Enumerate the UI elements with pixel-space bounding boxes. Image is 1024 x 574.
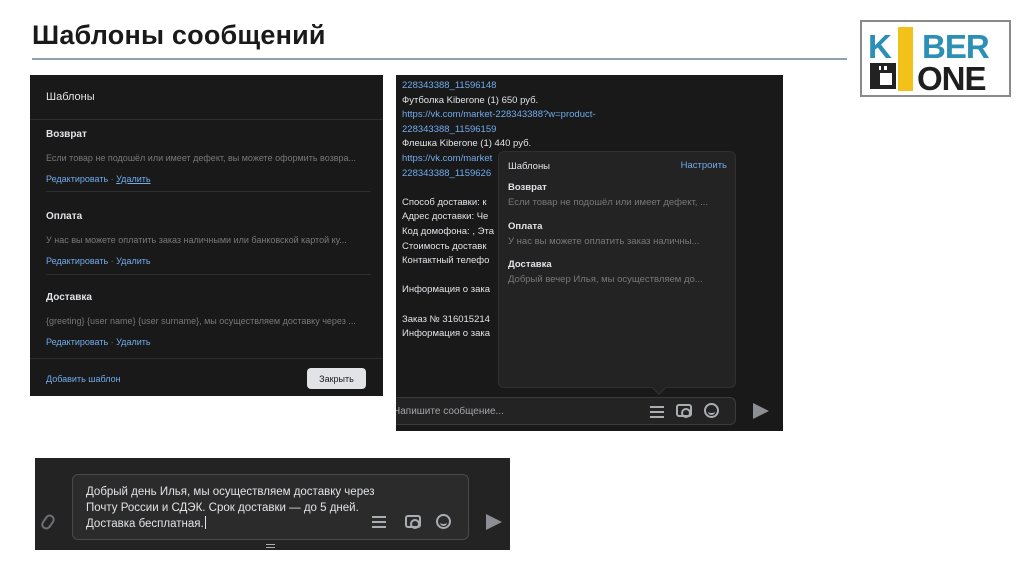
list-icon[interactable] bbox=[650, 406, 664, 418]
chat-window: 228343388_11596148 Футболка Kiberone (1) … bbox=[396, 75, 783, 431]
template-name: Оплата bbox=[46, 211, 83, 222]
message-placeholder: Напишите сообщение... bbox=[396, 406, 504, 417]
popup-item-delivery[interactable]: Доставка Добрый вечер Илья, мы осуществл… bbox=[508, 259, 730, 285]
smile-icon[interactable] bbox=[704, 403, 719, 418]
actions-separator: · bbox=[108, 174, 117, 184]
popup-item-return[interactable]: Возврат Если товар не подошёл или имеет … bbox=[508, 182, 730, 208]
resize-handle[interactable] bbox=[266, 544, 275, 548]
add-template-link[interactable]: Добавить шаблон bbox=[46, 374, 121, 384]
popup-item-desc: У нас вы можете оплатить заказ наличны..… bbox=[508, 236, 700, 247]
dialog-header-divider bbox=[30, 119, 383, 120]
qr-code-icon bbox=[870, 63, 896, 89]
edit-link[interactable]: Редактировать bbox=[46, 174, 108, 184]
slide-title: Шаблоны сообщений bbox=[32, 20, 326, 50]
template-desc: Если товар не подошёл или имеет дефект, … bbox=[46, 153, 357, 163]
popup-item-name: Доставка bbox=[508, 259, 552, 270]
logo-k: K bbox=[868, 28, 892, 65]
title-divider bbox=[32, 58, 847, 60]
edit-link[interactable]: Редактировать bbox=[46, 256, 108, 266]
logo-one-bar bbox=[898, 27, 913, 91]
template-name: Возврат bbox=[46, 129, 87, 140]
send-icon[interactable] bbox=[753, 403, 769, 419]
template-name: Доставка bbox=[46, 292, 92, 303]
text-caret bbox=[204, 516, 206, 529]
chat-line: Футболка Kiberone (1) 650 руб. bbox=[402, 94, 539, 106]
paperclip-icon[interactable] bbox=[39, 512, 57, 532]
actions-separator: · bbox=[108, 337, 117, 347]
close-button[interactable]: Закрыть bbox=[307, 368, 366, 389]
composer-panel: Добрый день Илья, мы осуществляем достав… bbox=[35, 458, 510, 550]
template-item-delivery[interactable]: Доставка {greeting} {user name} {user su… bbox=[46, 292, 371, 347]
template-item-return[interactable]: Возврат Если товар не подошёл или имеет … bbox=[46, 129, 371, 184]
template-item-payment[interactable]: Оплата У нас вы можете оплатить заказ на… bbox=[46, 211, 371, 266]
popup-pointer bbox=[651, 380, 667, 396]
popup-item-name: Оплата bbox=[508, 221, 543, 232]
kiberone-logo: K BER ONE bbox=[860, 20, 1011, 97]
message-input[interactable]: Напишите сообщение... bbox=[396, 397, 736, 425]
template-desc: У нас вы можете оплатить заказ наличными… bbox=[46, 235, 347, 245]
delete-link[interactable]: Удалить bbox=[116, 174, 150, 184]
message-text: Добрый день Илья, мы осуществляем достав… bbox=[86, 484, 376, 532]
chat-link[interactable]: 228343388_11596159 bbox=[402, 123, 782, 138]
chat-link[interactable]: 228343388_11596148 bbox=[402, 79, 782, 94]
template-actions: Редактировать · Удалить bbox=[46, 256, 371, 266]
item-divider bbox=[46, 274, 371, 275]
popup-item-desc: Если товар не подошёл или имеет дефект, … bbox=[508, 197, 709, 208]
settings-link[interactable]: Настроить bbox=[681, 160, 727, 171]
chat-line: Флешка Kiberone (1) 440 руб. bbox=[402, 138, 532, 150]
actions-separator: · bbox=[108, 256, 117, 266]
item-divider bbox=[46, 191, 371, 192]
message-input-filled[interactable]: Добрый день Илья, мы осуществляем достав… bbox=[72, 474, 469, 540]
smile-icon[interactable] bbox=[436, 514, 451, 529]
edit-link[interactable]: Редактировать bbox=[46, 337, 108, 347]
popup-item-desc: Добрый вечер Илья, мы осуществляем до... bbox=[508, 274, 703, 285]
message-text-value: Добрый день Илья, мы осуществляем достав… bbox=[86, 486, 375, 530]
popup-item-payment[interactable]: Оплата У нас вы можете оплатить заказ на… bbox=[508, 221, 730, 247]
template-desc: {greeting} {user name} {user surname}, м… bbox=[46, 316, 356, 326]
chat-link[interactable]: https://vk.com/market-228343388?w=produc… bbox=[402, 108, 782, 123]
camera-icon[interactable] bbox=[676, 404, 692, 418]
delete-link[interactable]: Удалить bbox=[116, 256, 150, 266]
template-actions: Редактировать · Удалить bbox=[46, 174, 371, 184]
camera-icon[interactable] bbox=[405, 515, 421, 529]
template-actions: Редактировать · Удалить bbox=[46, 337, 371, 347]
popup-item-name: Возврат bbox=[508, 182, 547, 193]
logo-one-word: ONE bbox=[917, 60, 987, 97]
dialog-footer-divider bbox=[30, 358, 383, 359]
templates-popup: Шаблоны Настроить Возврат Если товар не … bbox=[498, 151, 736, 396]
send-icon[interactable] bbox=[486, 514, 502, 530]
popup-title: Шаблоны bbox=[508, 161, 551, 172]
templates-dialog: Шаблоны Возврат Если товар не подошёл ил… bbox=[30, 75, 383, 396]
dialog-title: Шаблоны bbox=[46, 91, 95, 103]
delete-link[interactable]: Удалить bbox=[116, 337, 150, 347]
list-icon[interactable] bbox=[372, 516, 386, 528]
